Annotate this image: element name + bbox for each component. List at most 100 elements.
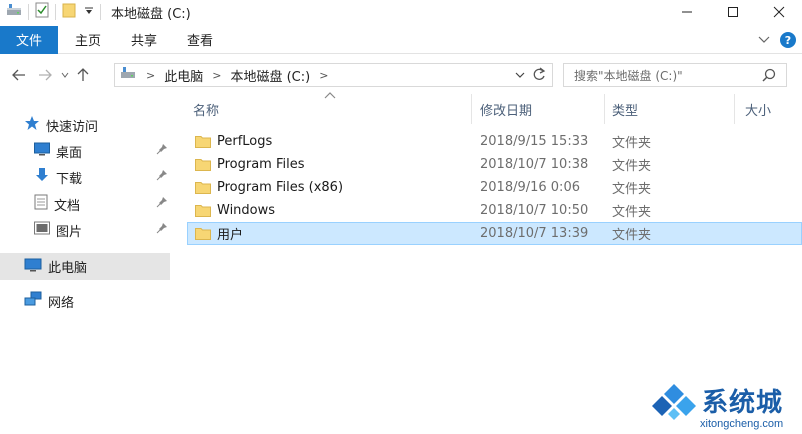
toolbar-divider [55,4,56,20]
nav-quick-access[interactable]: 快速访问 [24,113,98,137]
nav-label: 快速访问 [46,119,99,135]
tab-share[interactable]: 共享 [116,26,172,54]
quick-access-toolbar [0,0,107,24]
column-divider[interactable] [604,94,605,124]
up-button[interactable] [72,63,94,87]
file-date: 2018/9/15 15:33 [480,134,589,149]
column-date-modified[interactable]: 修改日期 [480,92,600,126]
nav-label: 桌面 [56,145,83,161]
table-row[interactable]: PerfLogs 2018/9/15 15:33 文件夹 [187,130,802,153]
file-type: 文件夹 [612,205,652,220]
properties-icon[interactable] [35,2,49,22]
pictures-icon [34,221,50,239]
navigation-bar: > 此电脑 > 本地磁盘 (C:) > 搜索"本地磁盘 (C:)" [0,60,802,90]
folder-icon [195,181,211,194]
pin-icon[interactable] [156,143,168,159]
computer-icon [120,66,136,84]
table-row-selected[interactable]: 用户 2018/10/7 13:39 文件夹 [187,222,802,245]
file-type: 文件夹 [612,159,652,174]
column-header: 名称 修改日期 类型 大小 [187,92,802,126]
back-button[interactable] [8,63,30,87]
nav-this-pc[interactable]: 此电脑 [0,253,170,280]
chevron-down-icon[interactable] [758,33,770,48]
navigation-pane: 快速访问 桌面 下载 文档 图片 此电脑 网络 [0,112,172,434]
file-name: Windows [217,203,276,218]
file-date: 2018/9/16 0:06 [480,180,580,195]
breadcrumb-separator[interactable]: > [146,69,155,82]
file-type: 文件夹 [612,182,652,197]
maximize-button[interactable] [710,0,756,24]
breadcrumb-this-pc[interactable]: 此电脑 [164,66,203,85]
tab-view[interactable]: 查看 [172,26,228,54]
address-bar[interactable]: > 此电脑 > 本地磁盘 (C:) > [114,63,553,87]
forward-button[interactable] [34,63,56,87]
file-type: 文件夹 [612,136,652,151]
nav-label: 下载 [56,171,83,187]
column-type[interactable]: 类型 [612,92,722,126]
watermark-url: xitongcheng.com [700,418,784,430]
search-input[interactable]: 搜索"本地磁盘 (C:)" [563,63,787,87]
table-row[interactable]: Windows 2018/10/7 10:50 文件夹 [187,199,802,222]
nav-downloads[interactable]: 下载 [34,165,172,189]
file-date: 2018/10/7 10:38 [480,157,589,172]
file-name: Program Files (x86) [217,180,344,195]
nav-documents[interactable]: 文档 [34,192,172,216]
nav-network[interactable]: 网络 [24,289,74,313]
search-icon[interactable] [762,68,776,85]
document-icon [34,194,48,214]
folder-icon [195,227,211,240]
refresh-icon[interactable] [531,66,547,88]
file-type: 文件夹 [612,228,652,243]
folder-icon [195,204,211,217]
nav-desktop[interactable]: 桌面 [34,139,172,163]
minimize-button[interactable] [664,0,710,24]
recent-locations-icon[interactable] [58,63,72,87]
nav-label: 网络 [48,295,75,311]
ribbon-tabs: 文件 主页 共享 查看 ? [0,25,802,54]
address-history-dropdown[interactable] [514,67,526,87]
close-button[interactable] [756,0,802,24]
breadcrumb-local-disk[interactable]: 本地磁盘 (C:) [230,66,310,85]
computer-icon [24,258,42,276]
table-row[interactable]: Program Files (x86) 2018/9/16 0:06 文件夹 [187,176,802,199]
customize-toolbar-icon[interactable] [84,5,94,20]
download-icon [34,167,50,187]
pin-icon[interactable] [156,196,168,212]
desktop-icon [34,142,50,160]
breadcrumb-separator[interactable]: > [319,69,328,82]
column-divider[interactable] [471,94,472,124]
column-size[interactable]: 大小 [745,92,795,126]
new-folder-icon[interactable] [62,2,76,22]
pin-icon[interactable] [156,222,168,238]
nav-label: 此电脑 [48,261,88,276]
column-name[interactable]: 名称 [193,92,473,126]
nav-label: 图片 [56,224,83,240]
file-date: 2018/10/7 10:50 [480,203,589,218]
tab-home[interactable]: 主页 [60,26,116,54]
toolbar-divider [100,4,101,20]
help-button[interactable]: ? [780,32,796,48]
window-title: 本地磁盘 (C:) [111,6,191,22]
watermark-logo-icon [650,382,698,426]
drive-icon[interactable] [6,3,22,21]
file-name: Program Files [217,157,305,172]
search-placeholder: 搜索"本地磁盘 (C:)" [574,68,683,83]
title-bar: 本地磁盘 (C:) [0,0,802,24]
watermark-text: 系统城 [702,388,784,418]
table-row[interactable]: Program Files 2018/10/7 10:38 文件夹 [187,153,802,176]
nav-label: 文档 [54,198,81,214]
folder-icon [195,135,211,148]
file-list: PerfLogs 2018/9/15 15:33 文件夹 Program Fil… [187,130,802,245]
file-date: 2018/10/7 13:39 [480,226,589,241]
column-divider[interactable] [734,94,735,124]
breadcrumb-separator[interactable]: > [212,69,221,82]
watermark: 系统城 xitongcheng.com [650,380,800,434]
toolbar-divider [28,4,29,20]
folder-icon [195,158,211,171]
pin-icon[interactable] [156,169,168,185]
star-icon [24,115,40,135]
tab-file[interactable]: 文件 [0,25,58,54]
file-name: PerfLogs [217,134,273,149]
network-icon [24,291,42,311]
nav-pictures[interactable]: 图片 [34,218,172,242]
